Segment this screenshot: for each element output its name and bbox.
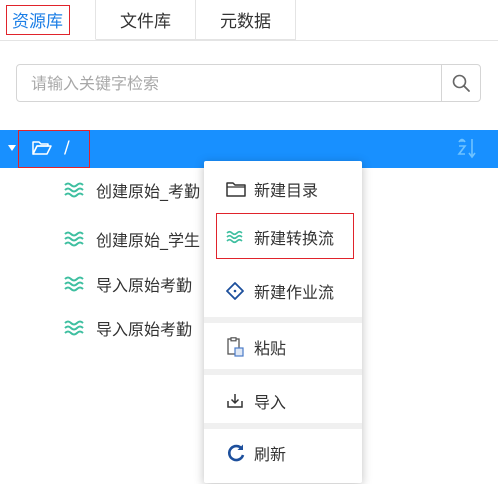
search-box bbox=[16, 64, 481, 102]
tree-item[interactable]: 创建原始_考勤 bbox=[64, 175, 200, 205]
tab-metadata[interactable]: 元数据 bbox=[196, 0, 296, 40]
wave-icon bbox=[64, 231, 84, 247]
search-icon bbox=[452, 74, 470, 92]
menu-item-new-folder[interactable]: 新建目录 bbox=[204, 171, 362, 207]
tree-item-label: 创建原始_考勤 bbox=[96, 182, 201, 201]
tab-label: 文件库 bbox=[120, 12, 171, 32]
refresh-icon bbox=[226, 443, 246, 463]
menu-item-label: 新建目录 bbox=[254, 181, 319, 200]
menu-divider bbox=[204, 423, 362, 429]
tree-item-label: 导入原始考勤 bbox=[96, 276, 193, 295]
tab-resource-library[interactable]: 资源库 bbox=[0, 0, 96, 40]
folder-open-icon bbox=[32, 141, 52, 155]
tree-item-label: 导入原始考勤 bbox=[96, 320, 193, 339]
search-button[interactable] bbox=[441, 65, 480, 101]
menu-item-new-job-flow[interactable]: 新建作业流 bbox=[204, 273, 362, 309]
tab-file-library[interactable]: 文件库 bbox=[96, 0, 196, 40]
tab-highlight-box: 资源库 bbox=[5, 4, 70, 35]
menu-item-label: 新建转换流 bbox=[254, 229, 335, 248]
tree-root-label: / bbox=[64, 138, 70, 158]
menu-item-refresh[interactable]: 刷新 bbox=[204, 435, 362, 471]
context-menu: 新建目录 新建转换流 新建作业流 粘贴 导入 刷新 bbox=[204, 161, 362, 483]
tree-item-label: 创建原始_学生 bbox=[96, 231, 201, 250]
wave-icon bbox=[226, 230, 244, 244]
tree-item[interactable]: 导入原始考勤 bbox=[64, 313, 192, 343]
tab-label: 资源库 bbox=[12, 12, 63, 32]
diamond-icon bbox=[226, 282, 244, 300]
tree-item[interactable]: 导入原始考勤 bbox=[64, 269, 192, 299]
tab-bar: 资源库 文件库 元数据 bbox=[0, 0, 498, 41]
sort-icon[interactable] bbox=[456, 136, 478, 167]
paste-icon bbox=[226, 337, 244, 357]
root-highlight-box bbox=[18, 130, 90, 168]
menu-item-label: 刷新 bbox=[254, 445, 287, 464]
wave-icon bbox=[64, 182, 84, 198]
menu-item-new-transform-flow[interactable]: 新建转换流 bbox=[204, 219, 362, 255]
menu-item-import[interactable]: 导入 bbox=[204, 383, 362, 419]
menu-divider bbox=[204, 317, 362, 323]
wave-icon bbox=[64, 320, 84, 336]
tree-item[interactable]: 创建原始_学生 bbox=[64, 224, 200, 254]
import-icon bbox=[226, 392, 244, 410]
folder-icon bbox=[226, 181, 246, 197]
caret-down-icon[interactable] bbox=[8, 145, 16, 151]
search-input[interactable] bbox=[17, 65, 441, 101]
menu-item-label: 导入 bbox=[254, 393, 287, 412]
menu-divider bbox=[204, 369, 362, 375]
menu-item-label: 粘贴 bbox=[254, 339, 287, 358]
menu-item-paste[interactable]: 粘贴 bbox=[204, 329, 362, 365]
wave-icon bbox=[64, 276, 84, 292]
tab-label: 元数据 bbox=[220, 12, 271, 32]
menu-item-label: 新建作业流 bbox=[254, 283, 335, 302]
